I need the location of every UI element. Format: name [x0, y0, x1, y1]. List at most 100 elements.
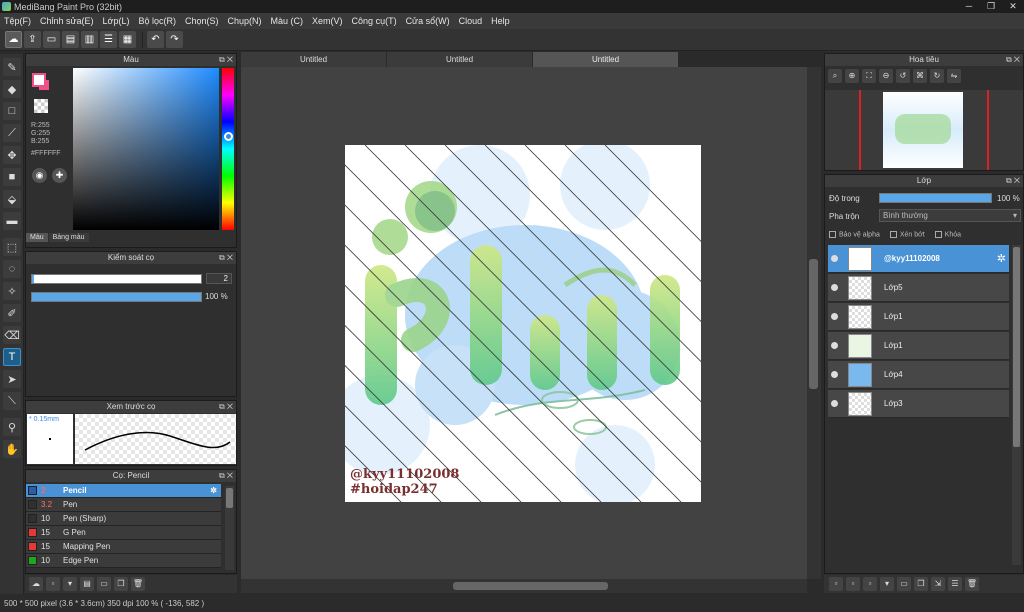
canvas-vertical-scrollbar[interactable] [807, 67, 821, 579]
canvas-horizontal-scrollbar[interactable] [241, 579, 807, 593]
new-brush-icon[interactable]: ▫ [46, 577, 60, 591]
eye-icon[interactable] [831, 255, 838, 262]
eye-icon[interactable] [831, 342, 838, 349]
zoom-out-icon[interactable]: ⊖ [879, 69, 893, 83]
eraser-tool-icon[interactable]: ◆ [3, 80, 21, 98]
undo-icon[interactable]: ↶ [147, 31, 164, 48]
layer-settings-icon[interactable]: ☰ [948, 577, 962, 591]
minimize-icon[interactable]: ─ [958, 0, 980, 12]
trash-icon[interactable]: 🗑 [131, 577, 145, 591]
gear-icon[interactable]: ✲ [210, 486, 217, 495]
tab-untitled-2[interactable]: Untitled [387, 52, 532, 67]
clipping-checkbox[interactable]: Xén bớt [889, 231, 925, 238]
layer-scrollbar[interactable] [1012, 245, 1021, 565]
layer-item[interactable]: @kyy11102008 ✲ [828, 245, 1009, 273]
new-8bit-layer-icon[interactable]: ▫ [863, 577, 877, 591]
select-rect-icon[interactable]: ⬚ [3, 238, 21, 256]
palette-icon[interactable]: ◉ [32, 168, 47, 183]
tab-palette[interactable]: Bảng màu [48, 233, 89, 242]
artwork-canvas[interactable]: @kyy11102008 #hoidap247 [345, 145, 701, 502]
shape-tool-icon[interactable]: □ [3, 102, 21, 120]
grid-icon[interactable]: ▦ [119, 31, 136, 48]
eyedropper-icon[interactable]: ⚲ [3, 418, 21, 436]
menu-tools[interactable]: Công cụ(T) [352, 16, 397, 26]
brush-add-icon[interactable]: ▾ [63, 577, 77, 591]
magic-wand-icon[interactable]: ✧ [3, 282, 21, 300]
redo-icon[interactable]: ↷ [166, 31, 183, 48]
eye-icon[interactable] [831, 313, 838, 320]
layer-item[interactable]: Lớp5 [828, 274, 1009, 302]
lock-checkbox[interactable]: Khóa [934, 231, 961, 238]
brush-list-scrollbar[interactable] [225, 486, 234, 570]
close-icon[interactable]: ✕ [1002, 0, 1024, 12]
layer-folder-icon[interactable]: ▭ [897, 577, 911, 591]
brush-item-pen[interactable]: 3.2 Pen [26, 498, 221, 512]
brush-copy-icon[interactable]: ❐ [114, 577, 128, 591]
menu-window[interactable]: Cửa sổ(W) [406, 16, 450, 26]
layer-item[interactable]: Lớp1 [828, 332, 1009, 360]
menu-snap[interactable]: Chụp(N) [228, 16, 262, 26]
transparent-color-swatch[interactable] [34, 99, 48, 113]
eye-icon[interactable] [831, 371, 838, 378]
brush-item-g-pen[interactable]: 15 G Pen [26, 526, 221, 540]
hand-icon[interactable]: ✋ [3, 440, 21, 458]
menu-edit[interactable]: Chỉnh sửa(E) [40, 16, 94, 26]
brush-opacity-slider[interactable] [31, 292, 202, 302]
blend-mode-select[interactable]: Bình thường ▾ [879, 209, 1021, 222]
layer-item[interactable]: Lớp1 [828, 303, 1009, 331]
brush-item-edge-pen[interactable]: 10 Edge Pen [26, 554, 221, 568]
layer-opacity-slider[interactable] [879, 193, 992, 203]
navigator-preview[interactable] [825, 90, 1023, 170]
page-icon[interactable]: ▥ [81, 31, 98, 48]
zoom-icon[interactable]: ⌕ [828, 69, 842, 83]
foreground-color-swatch[interactable] [32, 73, 46, 87]
upload-icon[interactable]: ⇪ [24, 31, 41, 48]
zoom-in-icon[interactable]: ⊕ [845, 69, 859, 83]
rotate-right-icon[interactable]: ↻ [930, 69, 944, 83]
reset-view-icon[interactable]: ⌘ [913, 69, 927, 83]
maximize-icon[interactable]: ❐ [980, 0, 1002, 12]
brush-item-pen-sharp[interactable]: 10 Pen (Sharp) [26, 512, 221, 526]
comment-icon[interactable]: ▭ [43, 31, 60, 48]
brush-item-pencil[interactable]: 2 Pencil ✲ [26, 484, 221, 498]
dot-tool-icon[interactable]: ⟋ [3, 124, 21, 142]
menu-view[interactable]: Xem(V) [312, 16, 343, 26]
menu-file[interactable]: Tệp(F) [4, 16, 31, 26]
menu-cloud[interactable]: Cloud [459, 16, 483, 26]
panel-close-icon[interactable]: ⧉ ✕ [1006, 175, 1020, 187]
hue-slider-knob[interactable] [224, 132, 233, 141]
tab-color[interactable]: Màu [26, 233, 48, 242]
menu-filter[interactable]: Bộ lọc(R) [138, 16, 176, 26]
fit-icon[interactable]: ⛶ [862, 69, 876, 83]
text-tool-icon[interactable]: T [3, 348, 21, 366]
panel-close-icon[interactable]: ⧉ ✕ [219, 470, 233, 482]
layer-item[interactable]: Lớp3 [828, 390, 1009, 418]
cloud-icon[interactable]: ☁ [5, 31, 22, 48]
hue-slider[interactable] [222, 68, 234, 230]
rotate-left-icon[interactable]: ↺ [896, 69, 910, 83]
new-layer-icon[interactable]: ▫ [829, 577, 843, 591]
brush-item-mapping-pen[interactable]: 15 Mapping Pen [26, 540, 221, 554]
layer-item[interactable]: Lớp4 [828, 361, 1009, 389]
menu-select[interactable]: Chọn(S) [185, 16, 219, 26]
duplicate-layer-icon[interactable]: ❐ [914, 577, 928, 591]
menu-help[interactable]: Help [491, 16, 510, 26]
fill-rect-tool-icon[interactable]: ■ [3, 168, 21, 186]
merge-layer-icon[interactable]: ⇲ [931, 577, 945, 591]
menu-color[interactable]: Màu (C) [271, 16, 304, 26]
panel-close-icon[interactable]: ⧉ ✕ [219, 252, 233, 264]
brush-size-value[interactable]: 2 [206, 273, 232, 284]
operation-tool-icon[interactable]: ➤ [3, 370, 21, 388]
move-tool-icon[interactable]: ✥ [3, 146, 21, 164]
brush-settings-icon[interactable]: ▤ [80, 577, 94, 591]
tab-untitled-3[interactable]: Untitled [533, 52, 678, 67]
cloud-brush-icon[interactable]: ☁ [29, 577, 43, 591]
lasso-icon[interactable]: ◌ [3, 260, 21, 278]
brush-size-slider[interactable] [31, 274, 202, 284]
panel-close-icon[interactable]: ⧉ ✕ [219, 401, 233, 413]
eye-icon[interactable] [831, 284, 838, 291]
new-halftone-layer-icon[interactable]: ▫ [846, 577, 860, 591]
brush-folder-icon[interactable]: ▭ [97, 577, 111, 591]
gear-icon[interactable]: ✲ [997, 252, 1006, 265]
brush-tool-icon[interactable]: ✎ [3, 58, 21, 76]
